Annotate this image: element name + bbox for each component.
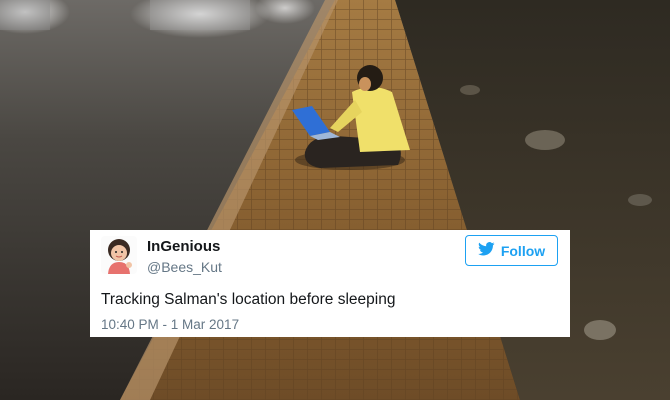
background-photo (0, 0, 670, 400)
display-name[interactable]: InGenious (147, 238, 220, 255)
user-handle[interactable]: @Bees_Kut (147, 259, 222, 275)
follow-label: Follow (500, 242, 546, 259)
tweet-card: InGenious @Bees_Kut Follow Tracking Salm… (90, 230, 570, 337)
cartoon-avatar-icon[interactable] (101, 236, 137, 274)
tweet-timestamp[interactable]: 10:40 PM - 1 Mar 2017 (101, 317, 239, 332)
tweet-text: Tracking Salman's location before sleepi… (101, 291, 396, 308)
twitter-bird-icon (477, 242, 495, 259)
follow-button[interactable]: Follow (465, 235, 558, 266)
